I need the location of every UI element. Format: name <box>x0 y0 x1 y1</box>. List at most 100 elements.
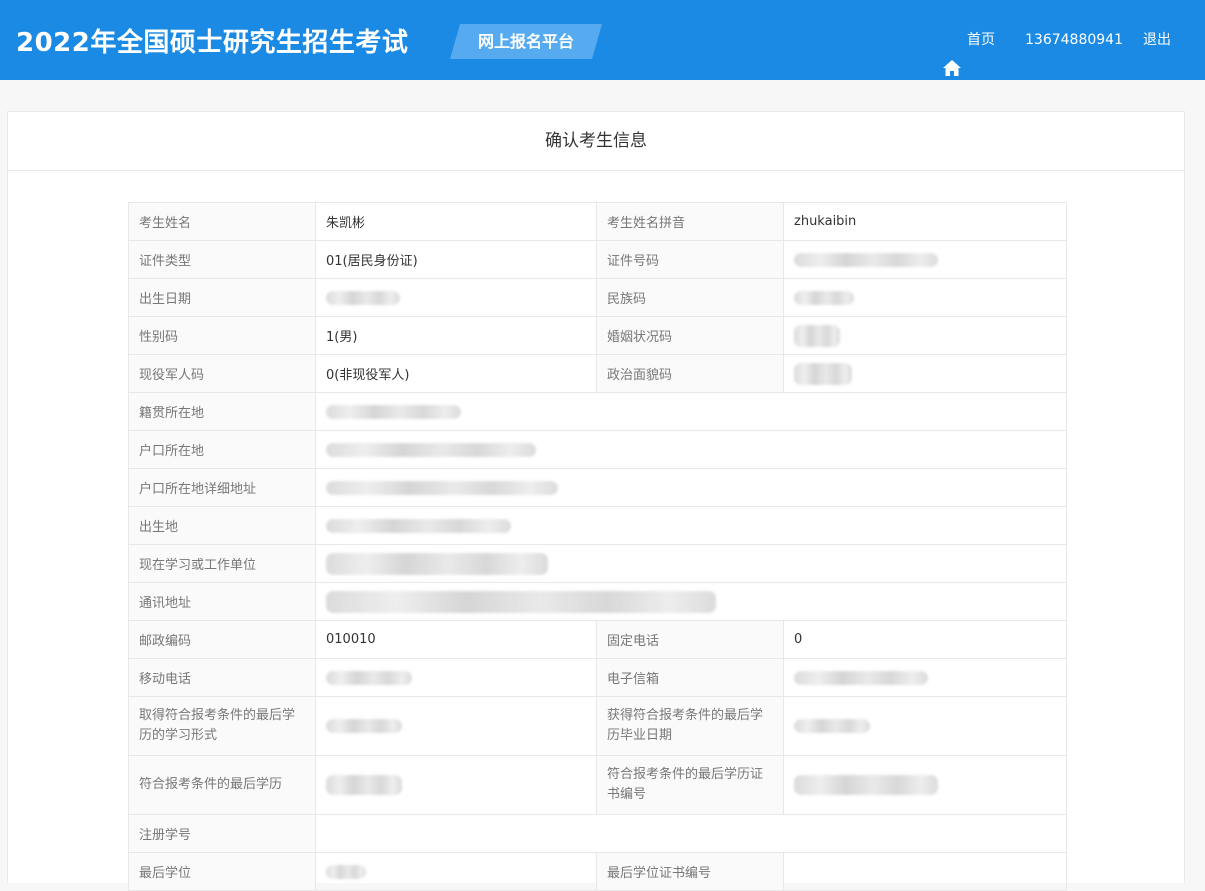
military-code-value: 0(非现役军人) <box>315 354 597 393</box>
hukou-address-label: 户口所在地详细地址 <box>128 468 316 507</box>
ethnicity-code-value <box>783 278 1067 317</box>
candidate-info-table: 考生姓名 朱凯彬 考生姓名拼音 zhukaibin 证件类型 01(居民身份证)… <box>128 202 1067 891</box>
work-unit-label: 现在学习或工作单位 <box>128 544 316 583</box>
nav-home-label: 首页 <box>967 32 995 48</box>
redacted-value <box>326 719 402 733</box>
user-phone: 13674880941 <box>1025 32 1123 48</box>
redacted-value <box>326 864 366 879</box>
degree-cert-number-value <box>783 852 1067 891</box>
native-place-label: 籍贯所在地 <box>128 392 316 431</box>
table-row: 现在学习或工作单位 <box>128 544 1067 583</box>
edu-cert-number-label: 符合报考条件的最后学历证书编号 <box>596 755 784 815</box>
table-row: 出生日期 民族码 <box>128 278 1067 317</box>
ethnicity-code-label: 民族码 <box>596 278 784 317</box>
redacted-value <box>326 290 400 305</box>
table-row: 籍贯所在地 <box>128 392 1067 431</box>
last-education-label: 符合报考条件的最后学历 <box>128 755 316 815</box>
redacted-value <box>794 252 938 267</box>
card-title: 确认考生信息 <box>8 112 1184 171</box>
table-row: 证件类型 01(居民身份证) 证件号码 <box>128 240 1067 279</box>
hukou-address-value <box>315 468 1067 507</box>
table-row: 出生地 <box>128 506 1067 545</box>
landline-value: 0 <box>783 620 1067 659</box>
postal-code-label: 邮政编码 <box>128 620 316 659</box>
redacted-value <box>326 552 548 575</box>
hukou-location-label: 户口所在地 <box>128 430 316 469</box>
table-row: 户口所在地 <box>128 430 1067 469</box>
redacted-value <box>794 290 854 305</box>
table-row: 考生姓名 朱凯彬 考生姓名拼音 zhukaibin <box>128 202 1067 241</box>
redacted-value <box>326 404 461 419</box>
redacted-value <box>794 719 870 733</box>
work-unit-value <box>315 544 1067 583</box>
table-row: 户口所在地详细地址 <box>128 468 1067 507</box>
gender-code-label: 性别码 <box>128 316 316 355</box>
registration-number-label: 注册学号 <box>128 814 316 853</box>
home-icon <box>943 32 961 76</box>
redacted-value <box>794 324 840 347</box>
redacted-value <box>326 442 536 457</box>
table-row: 性别码 1(男) 婚姻状况码 <box>128 316 1067 355</box>
id-number-label: 证件号码 <box>596 240 784 279</box>
mobile-label: 移动电话 <box>128 658 316 697</box>
landline-label: 固定电话 <box>596 620 784 659</box>
redacted-value <box>326 775 402 795</box>
table-row: 符合报考条件的最后学历 符合报考条件的最后学历证书编号 <box>128 755 1067 815</box>
redacted-value <box>326 518 511 533</box>
table-row: 注册学号 <box>128 814 1067 853</box>
table-row: 最后学位 最后学位证书编号 <box>128 852 1067 891</box>
birthplace-label: 出生地 <box>128 506 316 545</box>
mailing-address-label: 通讯地址 <box>128 582 316 621</box>
table-row: 取得符合报考条件的最后学历的学习形式 获得符合报考条件的最后学历毕业日期 <box>128 696 1067 756</box>
table-row: 邮政编码 010010 固定电话 0 <box>128 620 1067 659</box>
birth-date-value <box>315 278 597 317</box>
name-value: 朱凯彬 <box>315 202 597 241</box>
name-label: 考生姓名 <box>128 202 316 241</box>
name-pinyin-label: 考生姓名拼音 <box>596 202 784 241</box>
redacted-value <box>794 775 938 795</box>
info-card: 确认考生信息 考生姓名 朱凯彬 考生姓名拼音 zhukaibin 证件类型 01… <box>7 111 1185 891</box>
platform-badge: 网上报名平台 <box>450 24 602 59</box>
mobile-value <box>315 658 597 697</box>
edu-study-form-value <box>315 696 597 756</box>
marital-code-value <box>783 316 1067 355</box>
id-type-label: 证件类型 <box>128 240 316 279</box>
edu-grad-date-label: 获得符合报考条件的最后学历毕业日期 <box>596 696 784 756</box>
nav-home-link[interactable]: 首页 <box>943 0 995 80</box>
top-header: 2022年全国硕士研究生招生考试 网上报名平台 首页 13674880941 退… <box>0 0 1205 80</box>
birth-date-label: 出生日期 <box>128 278 316 317</box>
hukou-location-value <box>315 430 1067 469</box>
logout-link[interactable]: 退出 <box>1143 0 1171 80</box>
native-place-value <box>315 392 1067 431</box>
degree-cert-number-label: 最后学位证书编号 <box>596 852 784 891</box>
redacted-value <box>326 480 558 495</box>
last-education-value <box>315 755 597 815</box>
id-type-value: 01(居民身份证) <box>315 240 597 279</box>
email-value <box>783 658 1067 697</box>
platform-badge-label: 网上报名平台 <box>477 32 574 51</box>
redacted-value <box>794 362 852 385</box>
id-number-value <box>783 240 1067 279</box>
redacted-value <box>326 590 716 613</box>
edu-grad-date-value <box>783 696 1067 756</box>
military-code-label: 现役军人码 <box>128 354 316 393</box>
registration-number-value <box>315 814 1067 853</box>
mailing-address-value <box>315 582 1067 621</box>
marital-code-label: 婚姻状况码 <box>596 316 784 355</box>
redacted-value <box>794 670 928 685</box>
redacted-value <box>326 670 412 685</box>
email-label: 电子信箱 <box>596 658 784 697</box>
name-pinyin-value: zhukaibin <box>783 202 1067 241</box>
table-row: 移动电话 电子信箱 <box>128 658 1067 697</box>
political-code-value <box>783 354 1067 393</box>
postal-code-value: 010010 <box>315 620 597 659</box>
gender-code-value: 1(男) <box>315 316 597 355</box>
political-code-label: 政治面貌码 <box>596 354 784 393</box>
edu-study-form-label: 取得符合报考条件的最后学历的学习形式 <box>128 696 316 756</box>
last-degree-value <box>315 852 597 891</box>
site-title: 2022年全国硕士研究生招生考试 <box>16 28 409 58</box>
table-row: 通讯地址 <box>128 582 1067 621</box>
table-row: 现役军人码 0(非现役军人) 政治面貌码 <box>128 354 1067 393</box>
last-degree-label: 最后学位 <box>128 852 316 891</box>
edu-cert-number-value <box>783 755 1067 815</box>
